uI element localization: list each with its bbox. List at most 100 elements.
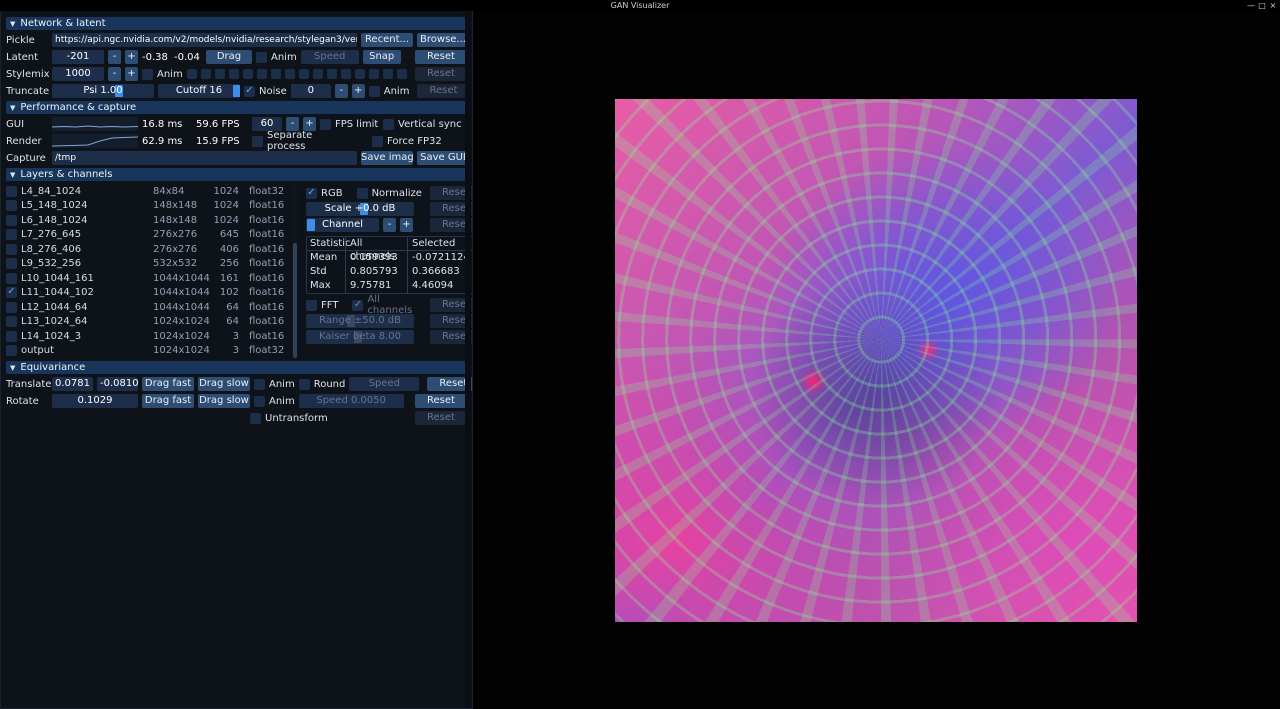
latent-drag-button[interactable]: Drag: [206, 50, 252, 64]
layer-checkbox[interactable]: [6, 301, 17, 313]
translate-speed-slider[interactable]: Speed 0.01000: [349, 377, 420, 391]
stylemix-reset-button[interactable]: Reset: [415, 67, 467, 81]
rotate-input[interactable]: 0.1029: [52, 394, 138, 408]
layer-row[interactable]: L14_1024_3 1024x1024 3 float16: [6, 329, 298, 344]
layer-row[interactable]: output 1024x1024 3 float32: [6, 344, 298, 359]
save-gui-button[interactable]: Save GUI: [417, 151, 469, 165]
scale-slider[interactable]: Scale +0.0 dB: [306, 202, 414, 216]
stylemix-layer-checkbox[interactable]: [326, 69, 337, 79]
layer-list-scrollbar[interactable]: [292, 184, 298, 358]
translate-y-input[interactable]: -0.0810: [97, 377, 138, 391]
untransform-reset-button[interactable]: Reset: [415, 411, 467, 425]
stylemix-layer-checkbox[interactable]: [228, 69, 239, 79]
latent-anim-checkbox[interactable]: [256, 51, 267, 63]
pickle-url-input[interactable]: https://api.ngc.nvidia.com/v2/models/nvi…: [52, 33, 357, 47]
stylemix-layer-checkbox[interactable]: [270, 69, 281, 79]
layer-row[interactable]: L8_276_406 276x276 406 float16: [6, 242, 298, 257]
latent-minus-button[interactable]: -: [108, 50, 121, 64]
stylemix-layer-checkbox[interactable]: [242, 69, 253, 79]
truncate-reset-button[interactable]: Reset: [417, 84, 470, 98]
noise-checkbox[interactable]: ✓: [244, 85, 255, 97]
panel-scrollbar[interactable]: [465, 12, 471, 707]
stylemix-layer-checkbox[interactable]: [396, 69, 407, 79]
cutoff-slider[interactable]: Cutoff 16: [158, 84, 240, 98]
capture-path-input[interactable]: /tmp: [52, 151, 357, 165]
layer-checkbox[interactable]: [6, 258, 17, 270]
stylemix-layer-checkbox[interactable]: [298, 69, 309, 79]
normalize-checkbox[interactable]: [356, 187, 368, 199]
section-performance-capture[interactable]: ▼ Performance & capture: [6, 101, 467, 114]
translate-drag-slow-button[interactable]: Drag slow: [198, 377, 250, 391]
stylemix-layer-checkbox[interactable]: [256, 69, 267, 79]
stylemix-layer-checkbox[interactable]: [354, 69, 365, 79]
translate-round-checkbox[interactable]: [298, 378, 310, 390]
minimize-icon[interactable]: —: [1246, 1, 1256, 11]
fps-plus-button[interactable]: +: [303, 117, 316, 131]
section-layers-channels[interactable]: ▼ Layers & channels: [6, 168, 467, 181]
psi-slider[interactable]: Psi 1.00: [52, 84, 154, 98]
layer-checkbox[interactable]: [6, 200, 17, 212]
stylemix-seed-input[interactable]: 1000: [52, 67, 104, 81]
noise-anim-checkbox[interactable]: [368, 85, 380, 97]
channel-minus-button[interactable]: -: [383, 218, 396, 232]
layer-checkbox[interactable]: [6, 345, 17, 357]
rotate-speed-slider[interactable]: Speed 0.0050: [298, 394, 404, 408]
latent-snap-button[interactable]: Snap: [362, 50, 401, 64]
maximize-icon[interactable]: □: [1257, 1, 1267, 11]
rotate-drag-fast-button[interactable]: Drag fast: [142, 394, 194, 408]
browse-button[interactable]: Browse...: [417, 33, 469, 47]
noise-seed-input[interactable]: 0: [290, 84, 331, 98]
force-fp32-checkbox[interactable]: [372, 135, 383, 147]
layer-row[interactable]: L4_84_1024 84x84 1024 float32: [6, 184, 298, 199]
layer-row[interactable]: L13_1024_64 1024x1024 64 float16: [6, 315, 298, 330]
layer-checkbox[interactable]: ✓: [6, 286, 17, 299]
fps-minus-button[interactable]: -: [286, 117, 299, 131]
layer-checkbox[interactable]: [6, 185, 17, 197]
noise-plus-button[interactable]: +: [351, 84, 365, 98]
translate-anim-checkbox[interactable]: [254, 378, 265, 390]
rotate-drag-slow-button[interactable]: Drag slow: [198, 394, 250, 408]
layer-row[interactable]: L6_148_1024 148x148 1024 float16: [6, 213, 298, 228]
layer-checkbox[interactable]: [6, 243, 17, 255]
rotate-reset-button[interactable]: Reset: [415, 394, 467, 408]
latent-seed-input[interactable]: -201: [52, 50, 104, 64]
translate-drag-fast-button[interactable]: Drag fast: [142, 377, 194, 391]
layer-checkbox[interactable]: [6, 316, 17, 328]
latent-reset-button[interactable]: Reset: [415, 50, 467, 64]
noise-minus-button[interactable]: -: [334, 84, 348, 98]
separate-process-checkbox[interactable]: [252, 135, 263, 147]
layer-row[interactable]: L7_276_645 276x276 645 float16: [6, 228, 298, 243]
stylemix-layer-checkbox[interactable]: [368, 69, 379, 79]
range-slider[interactable]: Range ±50.0 dB: [306, 314, 414, 328]
layer-row[interactable]: L10_1044_161 1044x1044 161 float16: [6, 271, 298, 286]
fps-limit-checkbox[interactable]: [320, 118, 331, 130]
channel-slider[interactable]: Channel 0/102: [306, 218, 379, 232]
layer-checkbox[interactable]: [6, 229, 17, 241]
fps-limit-input[interactable]: 60: [252, 117, 282, 131]
section-network-latent[interactable]: ▼ Network & latent: [6, 17, 467, 30]
stylemix-minus-button[interactable]: -: [108, 67, 121, 81]
layer-checkbox[interactable]: [6, 214, 17, 226]
stylemix-layer-checkbox[interactable]: [340, 69, 351, 79]
stylemix-layer-checkbox[interactable]: [312, 69, 323, 79]
channel-plus-button[interactable]: +: [400, 218, 413, 232]
stylemix-plus-button[interactable]: +: [125, 67, 138, 81]
rgb-checkbox[interactable]: ✓: [306, 187, 317, 199]
section-equivariance[interactable]: ▼ Equivariance: [6, 361, 467, 374]
rotate-anim-checkbox[interactable]: [254, 395, 265, 407]
vsync-checkbox[interactable]: [383, 118, 394, 130]
layer-checkbox[interactable]: [6, 272, 17, 284]
close-icon[interactable]: ×: [1268, 1, 1278, 11]
fft-checkbox[interactable]: [306, 299, 317, 311]
kaiser-beta-slider[interactable]: Kaiser beta 8.00: [306, 330, 414, 344]
layer-row[interactable]: L5_148_1024 148x148 1024 float16: [6, 199, 298, 214]
stylemix-layer-checkbox[interactable]: [186, 69, 197, 79]
latent-plus-button[interactable]: +: [125, 50, 138, 64]
stylemix-layer-checkbox[interactable]: [382, 69, 393, 79]
stylemix-layer-checkbox[interactable]: [214, 69, 225, 79]
stylemix-layer-checkbox[interactable]: [200, 69, 211, 79]
layer-row-selected[interactable]: ✓ L11_1044_102 1044x1044 102 float16: [6, 286, 298, 301]
layer-row[interactable]: L9_532_256 532x532 256 float16: [6, 257, 298, 272]
untransform-checkbox[interactable]: [250, 412, 261, 424]
recent-button[interactable]: Recent...: [361, 33, 413, 47]
